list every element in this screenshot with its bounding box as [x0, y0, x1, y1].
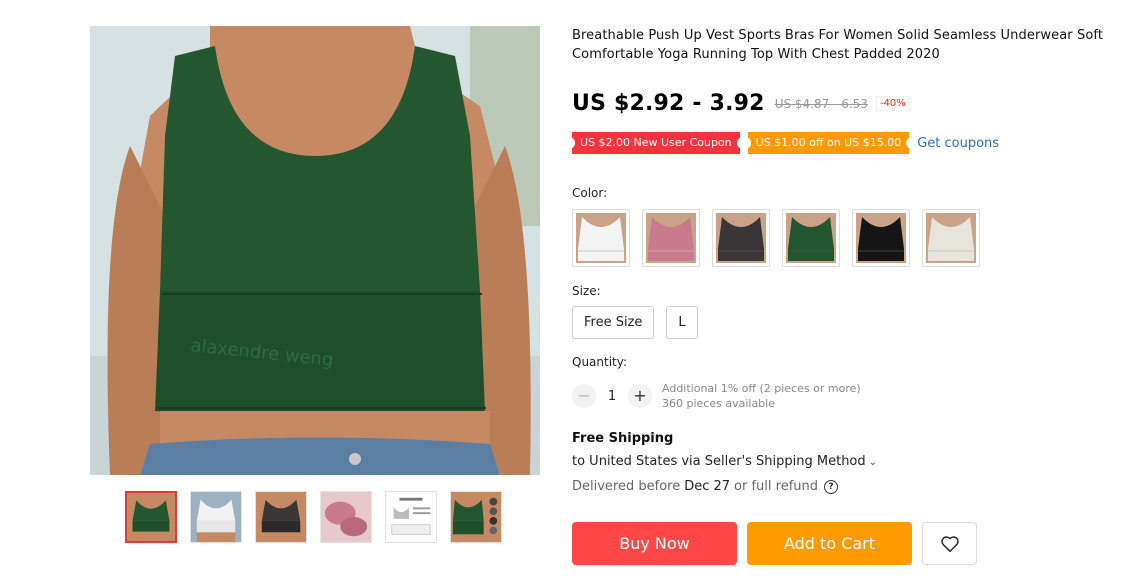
color-swatch-white[interactable] [572, 209, 630, 267]
stock-note: 360 pieces available [662, 397, 775, 410]
size-options: Free Size L [572, 306, 710, 339]
quantity-label: Quantity: [572, 355, 628, 369]
color-swatch-beige[interactable] [922, 209, 980, 267]
wishlist-button[interactable] [922, 522, 977, 565]
delivery-date: Dec 27 [684, 479, 731, 494]
thumbnail-4[interactable] [320, 491, 372, 543]
swatch-image [856, 213, 906, 263]
get-coupons-link[interactable]: Get coupons [917, 136, 999, 151]
swatch-image [926, 213, 976, 263]
swatch-image [646, 213, 696, 263]
quantity-stepper: − 1 + Additional 1% off (2 pieces or mor… [572, 381, 861, 411]
color-swatch-pink[interactable] [642, 209, 700, 267]
help-icon[interactable]: ? [824, 479, 839, 494]
current-price: US $2.92 - 3.92 [572, 91, 765, 116]
heart-icon [940, 535, 959, 552]
size-free-size[interactable]: Free Size [572, 306, 655, 339]
product-title: Breathable Push Up Vest Sports Bras For … [572, 28, 1104, 62]
color-label: Color: [572, 186, 608, 200]
quantity-note: Additional 1% off (2 pieces or more) 360… [662, 381, 861, 411]
bulk-discount-note: Additional 1% off (2 pieces or more) [662, 382, 861, 395]
size-label: Size: [572, 284, 601, 298]
chevron-down-icon: ⌄ [868, 457, 878, 468]
original-price: US $4.87 - 6.53 [774, 96, 868, 111]
main-product-image[interactable]: alaxendre weng [90, 26, 540, 475]
coupon-row: US $2.00 New User Coupon US $1.00 off on… [569, 132, 999, 154]
color-swatch-black[interactable] [852, 209, 910, 267]
buy-now-button[interactable]: Buy Now [572, 522, 737, 565]
increase-quantity-button[interactable]: + [628, 384, 652, 408]
add-to-cart-button[interactable]: Add to Cart [747, 522, 912, 565]
delivery-suffix: or full refund [734, 479, 819, 494]
delivery-prefix: Delivered before [572, 479, 681, 494]
shipping-title: Free Shipping [572, 431, 674, 446]
shipping-method-selector[interactable]: to United States via Seller's Shipping M… [572, 454, 877, 469]
decrease-quantity-button[interactable]: − [572, 384, 596, 408]
store-coupon[interactable]: US $1.00 off on US $15.00 [744, 132, 912, 154]
color-swatch-dark-gray[interactable] [712, 209, 770, 267]
quantity-value[interactable]: 1 [596, 389, 628, 404]
thumbnail-5[interactable] [385, 491, 437, 543]
thumbnail-3[interactable] [255, 491, 307, 543]
product-photo: alaxendre weng [90, 26, 540, 475]
new-user-coupon[interactable]: US $2.00 New User Coupon [569, 132, 743, 154]
price-row: US $2.92 - 3.92 US $4.87 - 6.53 -40% [572, 91, 910, 116]
swatch-image [786, 213, 836, 263]
size-l[interactable]: L [666, 306, 698, 339]
color-swatches [572, 209, 992, 267]
action-buttons: Buy Now Add to Cart [572, 522, 977, 565]
color-swatch-green[interactable] [782, 209, 840, 267]
thumbnail-2[interactable] [190, 491, 242, 543]
shipping-method-text: to United States via Seller's Shipping M… [572, 454, 866, 469]
thumbnail-1[interactable] [125, 491, 177, 543]
discount-badge: -40% [875, 96, 910, 111]
thumbnail-6[interactable] [450, 491, 502, 543]
delivery-estimate: Delivered before Dec 27 or full refund ? [572, 479, 839, 494]
swatch-image [576, 213, 626, 263]
swatch-image [716, 213, 766, 263]
